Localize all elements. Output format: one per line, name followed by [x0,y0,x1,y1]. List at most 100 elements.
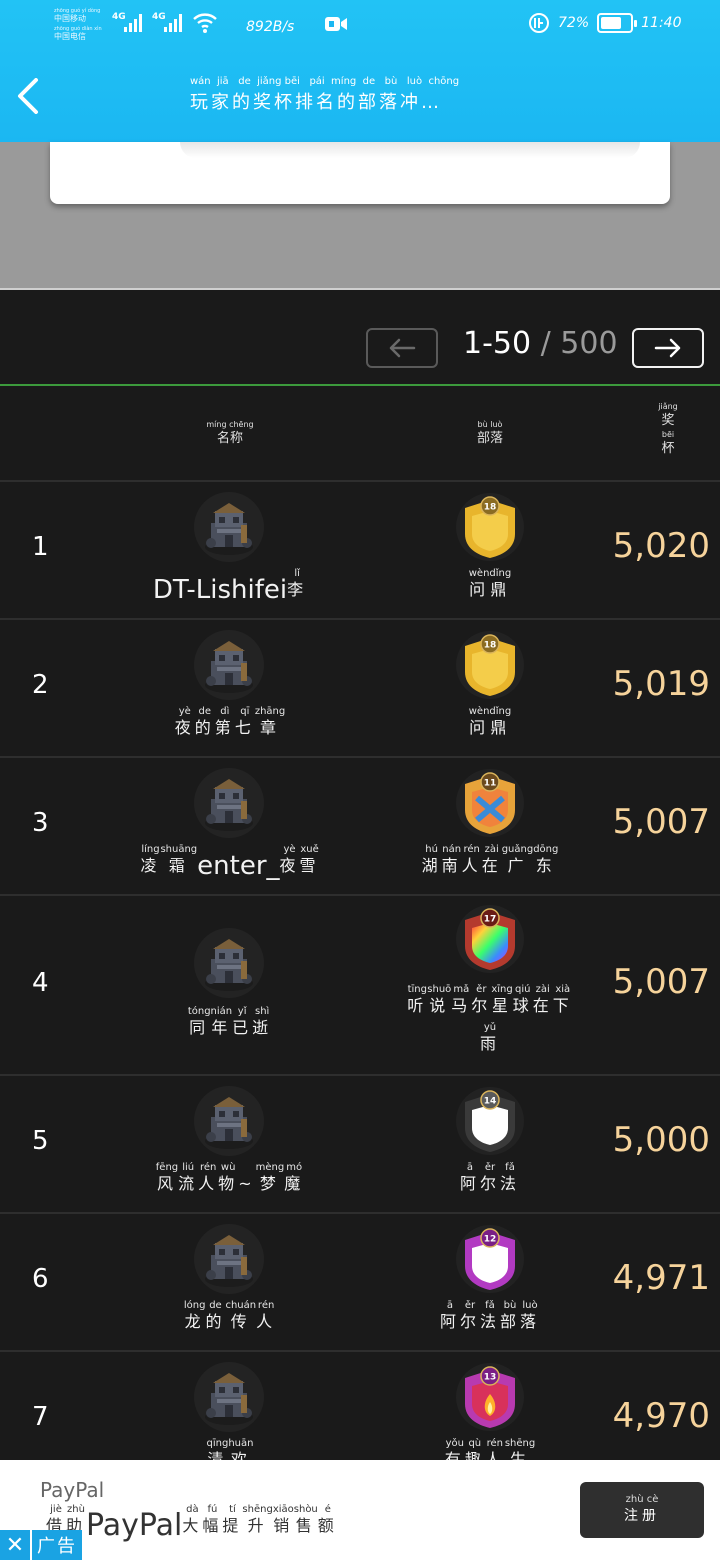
pinyin: mèng [255,1162,285,1173]
pinyin: ěr [464,1300,476,1311]
hanzi: 南 [441,856,462,875]
previous-page-button[interactable] [366,328,438,368]
column-header-clan[interactable]: bù luò 部落 [455,418,525,446]
column-header-trophies[interactable]: jiǎng 奖 bēi 杯 [648,400,688,456]
pinyin: nián [210,1006,233,1017]
top-bar: zhōng guó yí dòng 中国移动 zhōng guó diàn xì… [0,0,720,142]
clan-badge[interactable]: 18 [455,492,525,562]
svg-text:11: 11 [484,779,497,789]
ruby-char: chuán 传 [225,1300,256,1332]
ruby-char: shì 逝 [252,1006,272,1038]
pagination-bar: 1-50 / 500 [0,290,720,386]
ruby-char: fǎ 法 [500,1162,520,1194]
ruby-char: tí 提 [222,1504,242,1536]
ad-register-button[interactable]: zhù cè 注册 [580,1482,704,1538]
player-name[interactable]: fēng 风 liú 流 rén 人 wù 物 ~ mèng 梦 mó 魔 [100,1162,360,1194]
clan-name-wrap-line: yǔ 雨 [380,1022,600,1054]
player-name[interactable]: lóng 龙 de 的 chuán 传 rén 人 [100,1300,360,1332]
hanzi: 鼎 [490,718,511,737]
pinyin: ěr [476,984,487,995]
clan-badge[interactable]: 14 [455,1086,525,1156]
hanzi: 大 [182,1516,203,1535]
rank-number: 2 [32,670,49,700]
column-header-trophies-pinyin-2: bēi [661,430,675,439]
pinyin: yè [178,706,191,717]
clan-badge-icon: 14 [456,1087,524,1155]
pinyin: fú [207,1504,218,1515]
ruby-char: mó 魔 [284,1162,304,1194]
leaderboard-row[interactable]: 1 DT-Lishifei lǐ 李 18 wèn 问 dǐng 鼎 5,020 [0,484,720,620]
player-name[interactable]: DT-Lishifei lǐ 李 [100,568,360,603]
player-avatar [194,768,264,838]
ruby-char: mèng 梦 [256,1162,285,1194]
ruby-char: tóng 同 [188,1006,211,1038]
clan-badge[interactable]: 18 [455,630,525,700]
ruby-char: yè 夜 [175,706,195,738]
clan-name[interactable]: ā 阿 ěr 尔 fǎ 法 bù 部 luò 落 [380,1300,600,1332]
clan-name[interactable]: wèn 问 dǐng 鼎 [380,706,600,738]
pinyin: xuě [300,844,319,855]
ruby-char: ~ [238,1174,255,1194]
clan-badge[interactable]: 13 [455,1362,525,1432]
hanzi: 提 [222,1516,243,1535]
pinyin: ā [446,1300,454,1311]
ruby-char: zhāng 章 [255,706,285,738]
player-avatar [194,1224,264,1294]
ruby-char: shēng 升 [242,1504,272,1536]
clan-badge[interactable]: 12 [455,1224,525,1294]
clan-name[interactable]: hú 湖 nán 南 rén 人 zài 在 guǎng 广 dōng 东 [380,844,600,876]
trophy-count: 4,970 [612,1396,710,1436]
hanzi: 物 [218,1174,239,1193]
pinyin: dǐng [489,568,512,579]
hanzi: 霜 [168,856,189,875]
clan-name[interactable]: ā 阿 ěr 尔 fǎ 法 [380,1162,600,1194]
hanzi: 问 [469,718,490,737]
page-range-total: 500 [560,326,618,361]
town-hall-icon [205,779,253,831]
pinyin: xià [555,984,571,995]
leaderboard-row[interactable]: 4 tóng 同 nián 年 yǐ 已 shì 逝 17 tīng 听 shuō 说 mǎ 马 ěr 尔 x… [0,898,720,1076]
clan-name[interactable]: wèn 问 dǐng 鼎 [380,568,600,600]
clan-badge[interactable]: 17 [455,904,525,974]
signal-icon-1 [124,14,142,32]
back-arrow-icon[interactable] [14,78,44,114]
ruby-char: tīng 听 [407,984,427,1016]
ruby-char: nán 南 [442,844,462,876]
pinyin: qī [240,706,250,717]
pinyin: dà [186,1504,199,1515]
clan-badge[interactable]: 11 [455,768,525,838]
svg-text:14: 14 [484,1097,497,1107]
hanzi: 在 [481,856,502,875]
leaderboard-row[interactable]: 6 lóng 龙 de 的 chuán 传 rén 人 12 ā 阿 ěr 尔 fǎ 法 bù 部 luò 落 4… [0,1216,720,1352]
column-header-clan-pinyin: bù luò [477,420,503,429]
column-header-trophies-pinyin-1: jiǎng [658,402,678,411]
player-name[interactable]: líng 凌 shuāng 霜 enter_ yè 夜 xuě 雪 [100,844,360,879]
hanzi: 魔 [284,1174,305,1193]
clan-name[interactable]: tīng 听 shuō 说 mǎ 马 ěr 尔 xīng 星 qiú 球 zài 在 xià 下 yǔ 雨 [380,984,600,1054]
hanzi: 同 [189,1018,210,1037]
column-header-name[interactable]: míng chēng 名称 [195,418,265,446]
ad-close-icon[interactable]: ✕ [0,1530,30,1560]
player-name[interactable]: yè 夜 de 的 dì 第 qī 七 zhāng 章 [100,706,360,738]
ad-banner[interactable]: PayPal jiè 借 zhù 助 PayPal dà 大 fú 幅 tí 提 shēng 升 xiā… [0,1460,720,1560]
svg-text:12: 12 [484,1235,497,1245]
leaderboard-row[interactable]: 5 fēng 风 liú 流 rén 人 wù 物 ~ mèng 梦 mó 魔 14 ā 阿 ěr 尔 fǎ 法 5… [0,1078,720,1214]
leaderboard-row[interactable]: 3 líng 凌 shuāng 霜 enter_ yè 夜 xuě 雪 11 hú 湖 nán 南 r… [0,760,720,896]
pinyin: fēng [155,1162,179,1173]
hanzi: 流 [178,1174,199,1193]
player-name[interactable]: tóng 同 nián 年 yǐ 已 shì 逝 [100,1006,360,1038]
wifi-icon [193,13,217,33]
column-header-trophies-text-1: 奖 [661,413,675,428]
page-range: 1-50 / 500 [463,326,618,361]
hanzi: 在 [532,996,553,1015]
leaderboard-row[interactable]: 2 yè 夜 de 的 dì 第 qī 七 zhāng 章 18 wèn 问 dǐng 鼎 5,019 [0,622,720,758]
ruby-char: de 的 [195,706,215,738]
ruby-char: dōng 东 [533,844,558,876]
ruby-char: zài 在 [533,984,553,1016]
ruby-char: ěr 尔 [460,1300,480,1332]
hanzi: 额 [317,1516,338,1535]
ruby-char: rén人 [462,844,482,876]
next-page-button[interactable] [632,328,704,368]
hanzi: 第 [214,718,235,737]
pinyin: zhāng [254,706,286,717]
